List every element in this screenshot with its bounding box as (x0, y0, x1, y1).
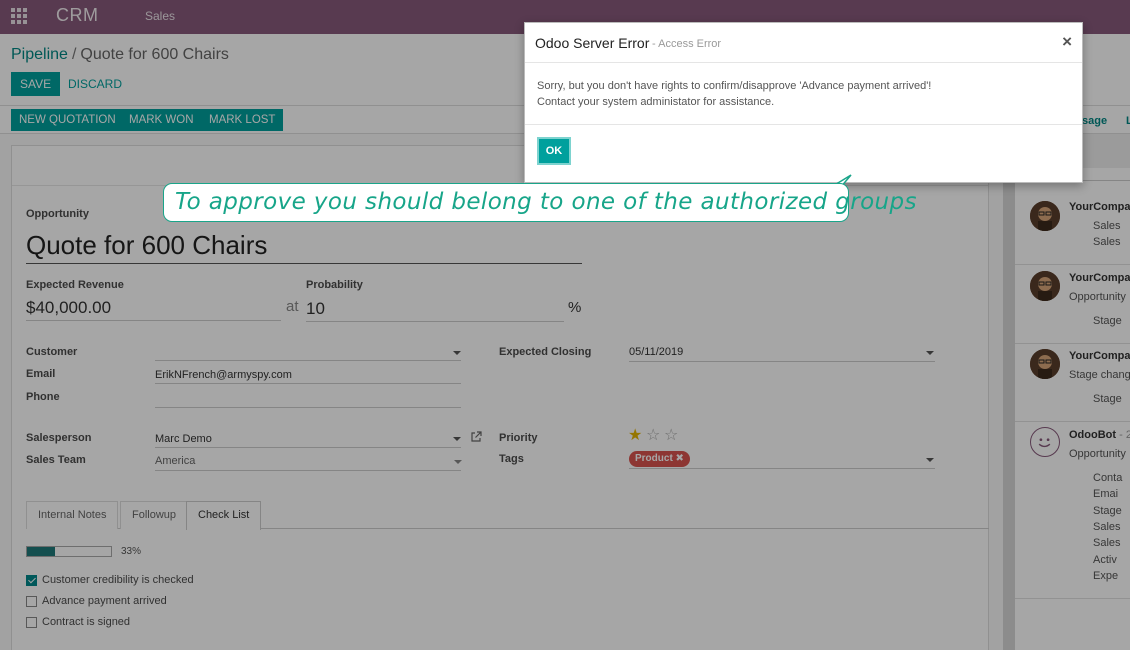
dialog-title: Odoo Server Error (535, 35, 650, 51)
error-message: Sorry, but you don't have rights to conf… (537, 80, 932, 92)
ok-button[interactable]: OK (537, 137, 571, 165)
close-icon[interactable]: × (1062, 32, 1072, 52)
dialog-footer-divider (525, 124, 1082, 125)
dialog-body: Sorry, but you don't have rights to conf… (537, 78, 931, 110)
error-hint: Contact your system administator for ass… (537, 96, 775, 108)
callout-text: To approve you should belong to one of t… (175, 189, 917, 215)
dialog-header: Odoo Server Error - Access Error × (525, 23, 1082, 63)
dialog-subtitle: - Access Error (652, 38, 722, 50)
annotation-callout: To approve you should belong to one of t… (163, 183, 917, 222)
server-error-dialog: Odoo Server Error - Access Error × Sorry… (524, 22, 1083, 183)
